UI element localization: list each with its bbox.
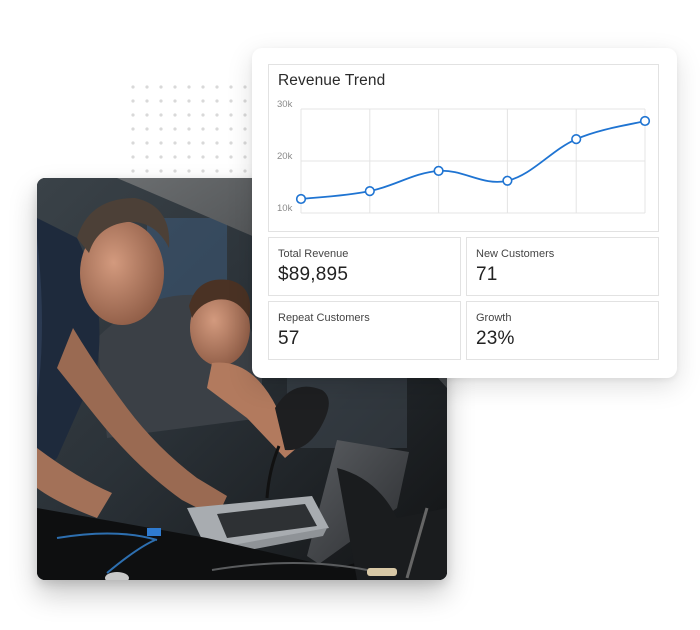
dashboard-card: Revenue Trend 10k 20k 30k Total Revenue $8… xyxy=(252,48,677,378)
decoration-dot xyxy=(159,141,163,145)
data-point xyxy=(639,115,651,127)
decoration-dot xyxy=(173,99,177,103)
y-tick-label: 10k xyxy=(277,203,293,214)
decoration-dot xyxy=(145,127,149,131)
stat-card-total-revenue: Total Revenue $89,895 xyxy=(268,237,461,296)
decoration-dot xyxy=(229,141,233,145)
data-point xyxy=(502,175,513,186)
decoration-dot xyxy=(201,169,205,173)
revenue-line-chart: 10k 20k 30k xyxy=(277,99,651,214)
stat-label: Growth xyxy=(476,312,512,324)
stat-label: New Customers xyxy=(476,248,555,260)
decoration-dot xyxy=(229,127,233,131)
decoration-dot xyxy=(229,85,233,89)
decoration-dot xyxy=(201,85,205,89)
decoration-dot xyxy=(243,99,247,103)
decoration-dot xyxy=(201,99,205,103)
stat-value: 57 xyxy=(278,328,300,349)
decoration-dot xyxy=(131,127,135,131)
decoration-dot xyxy=(173,113,177,117)
decoration-dot xyxy=(215,155,219,159)
decoration-dot xyxy=(215,141,219,145)
decoration-dot xyxy=(145,113,149,117)
stat-card-growth: Growth 23% xyxy=(466,301,659,360)
decoration-dot xyxy=(159,99,163,103)
revenue-trend-chart: Revenue Trend 10k 20k 30k xyxy=(268,64,659,232)
decoration-dot xyxy=(229,155,233,159)
decoration-dot xyxy=(243,141,247,145)
decoration-dot xyxy=(131,113,135,117)
stat-label: Repeat Customers xyxy=(278,312,370,324)
decoration-dot xyxy=(187,169,191,173)
decoration-dot xyxy=(243,85,247,89)
stat-label: Total Revenue xyxy=(278,248,349,260)
decoration-dot xyxy=(145,85,149,89)
decoration-dot xyxy=(159,113,163,117)
decoration-dot xyxy=(131,99,135,103)
decoration-dot xyxy=(187,85,191,89)
decoration-dot xyxy=(159,85,163,89)
decoration-dot xyxy=(215,113,219,117)
stat-card-repeat-customers: Repeat Customers 57 xyxy=(268,301,461,360)
decoration-dot xyxy=(131,85,135,89)
decoration-dot xyxy=(187,127,191,131)
decoration-dot xyxy=(173,169,177,173)
decoration-dot xyxy=(173,141,177,145)
decoration-dot xyxy=(145,169,149,173)
data-point xyxy=(295,193,307,205)
decoration-dot xyxy=(173,127,177,131)
decoration-dot xyxy=(145,141,149,145)
decoration-dot xyxy=(243,113,247,117)
decoration-dot xyxy=(159,127,163,131)
stat-value: 71 xyxy=(476,264,498,285)
data-point xyxy=(433,165,444,176)
decoration-dot xyxy=(201,113,205,117)
decoration-dot xyxy=(215,85,219,89)
decoration-dot xyxy=(159,169,163,173)
decoration-dot xyxy=(187,113,191,117)
decoration-dot xyxy=(173,85,177,89)
decoration-dot xyxy=(201,155,205,159)
decoration-dot xyxy=(131,169,135,173)
data-point xyxy=(571,134,582,145)
decoration-dot xyxy=(145,155,149,159)
decoration-dot xyxy=(187,99,191,103)
decoration-dot xyxy=(215,169,219,173)
stat-value: $89,895 xyxy=(278,264,349,285)
decoration-dot xyxy=(131,155,135,159)
decoration-dot xyxy=(201,141,205,145)
decoration-dot xyxy=(131,141,135,145)
revenue-line xyxy=(300,120,646,200)
decoration-dot xyxy=(215,99,219,103)
decoration-dot xyxy=(229,169,233,173)
decoration-dot xyxy=(243,169,247,173)
y-tick-label: 20k xyxy=(277,151,293,162)
decoration-dot xyxy=(201,127,205,131)
dot-pattern-decoration xyxy=(131,85,247,173)
decoration-dot xyxy=(145,99,149,103)
data-point xyxy=(364,186,375,197)
decoration-dot xyxy=(229,99,233,103)
y-tick-label: 30k xyxy=(277,99,293,110)
decoration-dot xyxy=(187,155,191,159)
stat-card-new-customers: New Customers 71 xyxy=(466,237,659,296)
decoration-dot xyxy=(159,155,163,159)
decoration-dot xyxy=(243,127,247,131)
decoration-dot xyxy=(173,155,177,159)
decoration-dot xyxy=(229,113,233,117)
stat-value: 23% xyxy=(476,328,515,349)
decoration-dot xyxy=(215,127,219,131)
decoration-dot xyxy=(243,155,247,159)
decoration-dot xyxy=(187,141,191,145)
